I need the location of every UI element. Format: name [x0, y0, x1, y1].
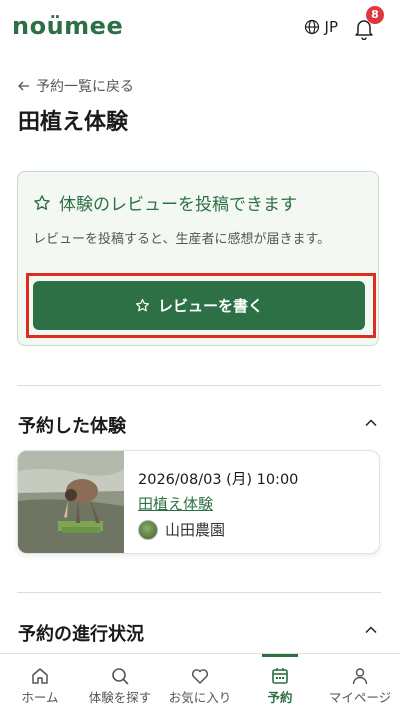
write-review-label: レビューを書く	[157, 297, 263, 315]
back-link-label: 予約一覧に戻る	[36, 79, 134, 95]
language-label: JP	[324, 18, 338, 36]
nav-home[interactable]: ホーム	[0, 654, 80, 714]
write-review-button[interactable]: レビューを書く	[33, 281, 365, 330]
user-icon	[352, 668, 368, 685]
search-icon	[112, 668, 129, 685]
review-prompt-heading: 体験のレビューを投稿できます	[33, 190, 297, 215]
review-prompt-heading-text: 体験のレビューを投稿できます	[59, 195, 297, 215]
star-outline-icon	[135, 298, 150, 312]
calendar-icon	[272, 668, 288, 684]
nav-search-label: 体験を探す	[88, 690, 152, 705]
booking-datetime: 2026/08/03 (月) 10:00	[138, 472, 299, 488]
divider	[17, 592, 381, 593]
active-tab-indicator	[262, 654, 298, 657]
back-to-bookings-link[interactable]: 予約一覧に戻る	[18, 76, 134, 96]
home-icon	[32, 668, 48, 684]
app-header: noümee JP 8	[0, 0, 400, 56]
nav-mypage-label: マイページ	[328, 690, 392, 705]
bottom-navigation: ホーム 体験を探す お気に入り 予約 マイページ	[0, 653, 400, 714]
arrow-left-icon	[18, 81, 29, 91]
nav-mypage[interactable]: マイページ	[320, 654, 400, 714]
nav-home-label: ホーム	[21, 690, 59, 705]
nav-bookings-label: 予約	[267, 690, 293, 705]
nav-bookings[interactable]: 予約	[240, 654, 320, 714]
language-selector[interactable]: JP	[304, 18, 338, 36]
progress-section-title: 予約の進行状況	[18, 624, 144, 645]
experience-link[interactable]: 田植え体験	[138, 493, 213, 514]
nav-search[interactable]: 体験を探す	[80, 654, 160, 714]
chevron-up-icon[interactable]	[364, 623, 378, 637]
app-logo[interactable]: noümee	[12, 12, 123, 40]
booked-section-title: 予約した体験	[18, 416, 126, 437]
heart-icon	[191, 669, 209, 684]
farm-avatar	[138, 519, 158, 540]
star-outline-icon	[34, 194, 50, 210]
notification-button[interactable]: 8	[354, 6, 384, 40]
chevron-up-icon[interactable]	[364, 416, 378, 430]
page-title: 田植え体験	[18, 110, 129, 135]
review-prompt-description: レビューを投稿すると、生産者に感想が届きます。	[33, 232, 331, 247]
experience-photo	[18, 451, 124, 553]
nav-favorites-label: お気に入り	[168, 690, 232, 705]
notification-badge: 8	[366, 6, 384, 24]
nav-favorites[interactable]: お気に入り	[160, 654, 240, 714]
farm-info[interactable]: 山田農園	[138, 519, 225, 540]
globe-icon	[304, 19, 319, 35]
divider	[17, 385, 381, 386]
farm-name: 山田農園	[165, 521, 226, 539]
booking-card[interactable]: 2026/08/03 (月) 10:00 田植え体験 山田農園	[17, 450, 380, 554]
